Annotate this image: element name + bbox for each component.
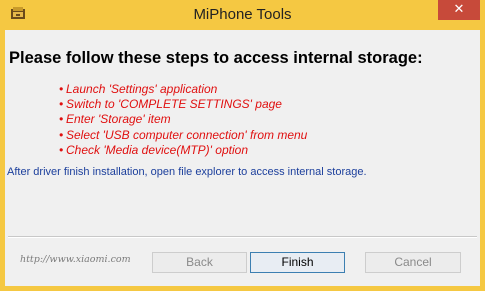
window-title: MiPhone Tools <box>193 6 292 23</box>
close-icon: ✕ <box>453 2 465 17</box>
website-url: http://www.xiaomi.com <box>20 254 131 265</box>
step-item: • Launch 'Settings' application <box>59 82 307 97</box>
step-text: Select 'USB computer connection' from me… <box>66 127 308 142</box>
step-text: Check 'Media device(MTP)' option <box>66 142 248 157</box>
step-item: • Select 'USB computer connection' from m… <box>59 128 307 143</box>
step-item: • Switch to 'COMPLETE SETTINGS' page <box>59 97 307 112</box>
footer-divider <box>8 236 477 238</box>
cancel-button[interactable]: Cancel <box>365 252 461 273</box>
miphone-tools-window: MiPhone Tools ✕ Please follow these step… <box>0 0 485 291</box>
after-install-note: After driver finish installation, open f… <box>7 166 367 178</box>
step-text: Enter 'Storage' item <box>66 112 171 127</box>
dialog-body: Please follow these steps to access inte… <box>5 30 480 286</box>
steps-list: • Launch 'Settings' application • Switch t… <box>59 82 307 158</box>
back-button[interactable]: Back <box>152 252 247 273</box>
bullet-icon: • <box>59 82 64 96</box>
step-text: Launch 'Settings' application <box>66 82 218 96</box>
instructions-heading: Please follow these steps to access inte… <box>9 49 423 67</box>
bullet-icon: • <box>59 97 64 112</box>
bullet-icon: • <box>59 112 64 127</box>
finish-button[interactable]: Finish <box>250 252 345 273</box>
bullet-icon: • <box>59 142 64 157</box>
step-item: • Enter 'Storage' item <box>59 112 307 127</box>
step-text: Switch to 'COMPLETE SETTINGS' page <box>66 97 282 112</box>
close-button[interactable]: ✕ <box>438 0 480 20</box>
title-bar[interactable]: MiPhone Tools ✕ <box>0 0 485 30</box>
step-item: • Check 'Media device(MTP)' option <box>59 143 307 158</box>
bullet-icon: • <box>59 127 64 142</box>
